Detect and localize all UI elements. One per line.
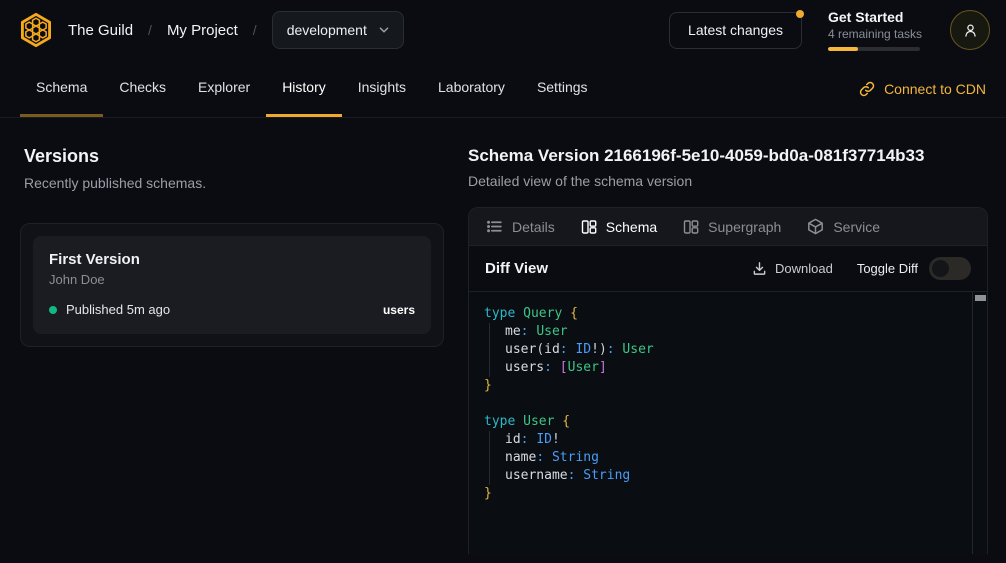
diff-view-header: Diff View Download Toggle Diff [469,246,987,292]
get-started-title: Get Started [828,9,924,25]
brand-link[interactable]: The Guild [68,22,133,39]
code-lines: type Query {me: Useruser(id: ID!): Useru… [484,305,959,503]
version-detail-panel: Schema Version 2166196f-5e10-4059-bd0a-0… [468,146,988,554]
toggle-knob [932,260,949,277]
published-status-dot [49,306,57,314]
code-line: type Query { [484,305,959,323]
version-name: First Version [49,251,415,268]
schema-version-title: Schema Version 2166196f-5e10-4059-bd0a-0… [468,146,988,166]
code-line [484,395,959,413]
chevron-down-icon [377,23,391,37]
list-icon [486,218,503,235]
primary-nav: SchemaChecksExplorerHistoryInsightsLabor… [0,60,1006,118]
toggle-diff-label: Toggle Diff [857,261,918,276]
target-selector-value: development [287,22,367,38]
breadcrumb-separator: / [253,22,257,38]
columns-icon [581,219,597,235]
code-line: id: ID! [484,431,959,449]
version-status: Published 5m ago [66,302,170,317]
cube-icon [807,218,824,235]
code-line: users: [User] [484,359,959,377]
detail-tab-label: Schema [606,219,657,235]
avatar-button[interactable] [950,10,990,50]
detail-tab-service[interactable]: Service [794,208,893,245]
detail-tab-label: Details [512,219,555,235]
detail-tab-label: Supergraph [708,219,781,235]
code-line: } [484,485,959,503]
versions-title: Versions [24,146,444,167]
get-started-progress-fill [828,47,858,51]
project-link[interactable]: My Project [167,22,238,39]
schema-code-viewer[interactable]: type Query {me: Useruser(id: ID!): Useru… [469,292,987,554]
schema-version-subtitle: Detailed view of the schema version [468,173,988,189]
versions-subtitle: Recently published schemas. [24,175,444,191]
nav-tab-explorer[interactable]: Explorer [182,60,266,117]
nav-tab-checks[interactable]: Checks [103,60,182,117]
code-line: username: String [484,467,959,485]
service-badge: users [383,303,415,317]
get-started-progress-bar [828,47,920,51]
breadcrumb-separator: / [148,22,152,38]
versions-list: First Version John Doe Published 5m ago … [20,223,444,347]
notification-dot [796,10,804,18]
nav-tab-laboratory[interactable]: Laboratory [422,60,521,117]
get-started-subtitle: 4 remaining tasks [828,27,924,41]
columns-icon [683,219,699,235]
code-line: name: String [484,449,959,467]
detail-tab-details[interactable]: Details [473,208,568,245]
user-icon [962,22,979,39]
version-list-item[interactable]: First Version John Doe Published 5m ago … [33,236,431,334]
target-selector[interactable]: development [272,11,404,49]
download-icon [752,261,767,276]
nav-tab-insights[interactable]: Insights [342,60,422,117]
connect-to-cdn-label: Connect to CDN [884,81,986,97]
main-content: Versions Recently published schemas. Fir… [0,118,1006,554]
schema-view-panel: Details Schema Supergraph Service Diff View… [468,207,988,554]
app-window: The Guild / My Project / development Lat… [0,0,1006,563]
code-line: user(id: ID!): User [484,341,959,359]
diff-view-title: Diff View [485,260,548,277]
connect-to-cdn-link[interactable]: Connect to CDN [859,60,986,117]
get-started-widget[interactable]: Get Started 4 remaining tasks [828,9,924,51]
download-button[interactable]: Download [752,261,833,276]
versions-panel: Versions Recently published schemas. Fir… [24,146,444,554]
hive-logo-icon[interactable] [16,10,56,50]
version-author: John Doe [49,272,415,287]
code-scrollbar-thumb[interactable] [975,295,986,301]
header: The Guild / My Project / development Lat… [0,0,1006,60]
primary-nav-tabs: SchemaChecksExplorerHistoryInsightsLabor… [20,60,604,117]
code-line: me: User [484,323,959,341]
nav-tab-settings[interactable]: Settings [521,60,604,117]
toggle-diff-switch[interactable] [929,257,971,280]
schema-view-tabs: Details Schema Supergraph Service [469,208,987,246]
nav-tab-history[interactable]: History [266,60,342,117]
code-line: } [484,377,959,395]
code-scrollbar-track [972,292,987,554]
detail-tab-label: Service [833,219,880,235]
latest-changes-button[interactable]: Latest changes [669,12,802,49]
detail-tab-supergraph[interactable]: Supergraph [670,208,794,245]
detail-tab-schema[interactable]: Schema [568,208,670,245]
code-line: type User { [484,413,959,431]
nav-tab-schema[interactable]: Schema [20,60,103,117]
download-label: Download [775,261,833,276]
link-icon [859,81,875,97]
